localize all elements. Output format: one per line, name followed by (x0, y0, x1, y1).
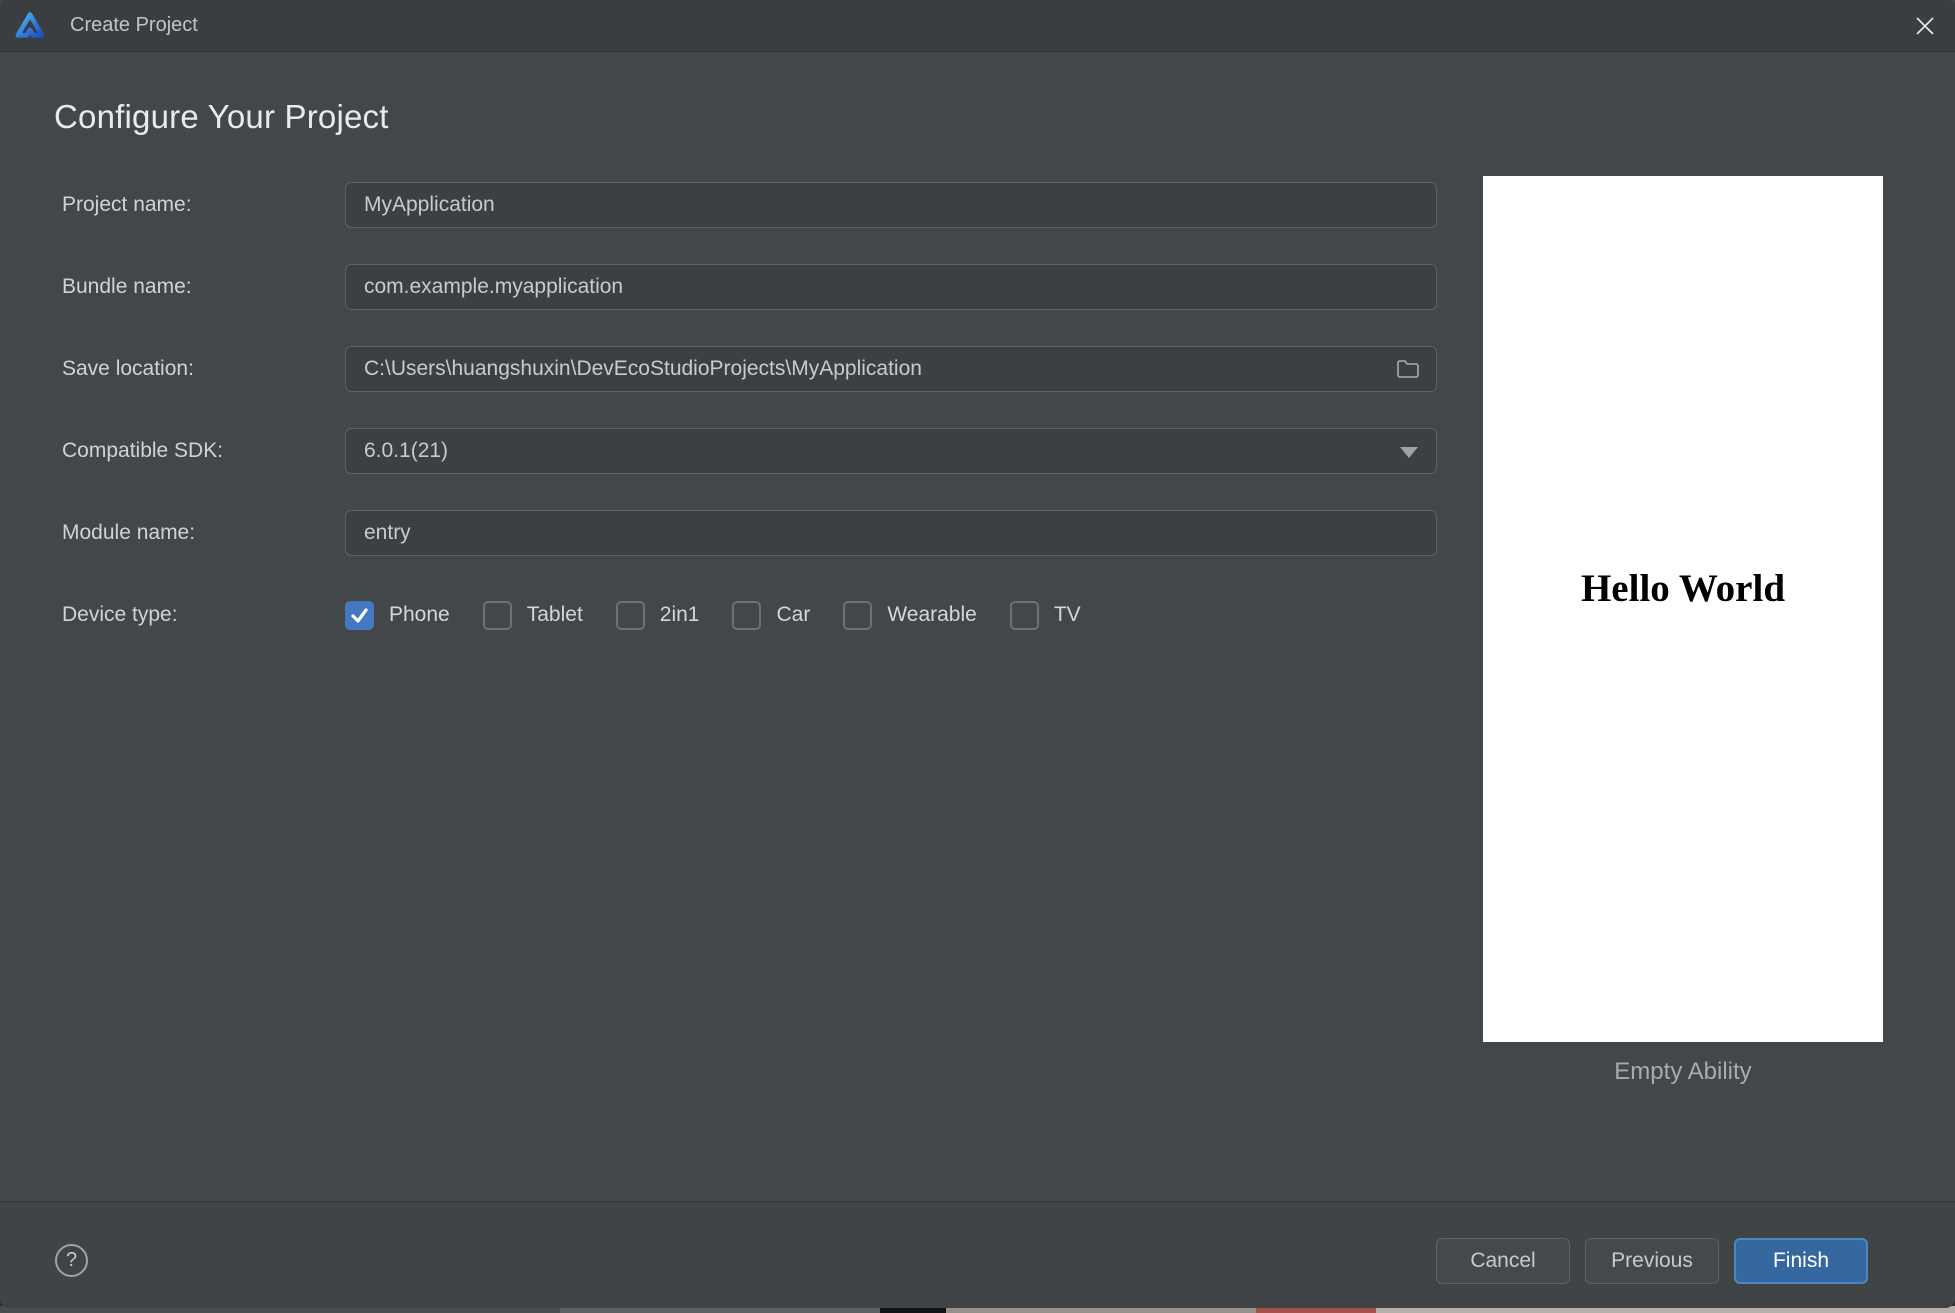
compatible-sdk-row: Compatible SDK: 6.0.1(21) (62, 428, 1437, 474)
2in1-label: 2in1 (659, 603, 700, 626)
save-location-input[interactable] (345, 346, 1437, 392)
project-name-row: Project name: (62, 182, 1437, 228)
save-location-label: Save location: (62, 357, 194, 380)
bundle-name-input[interactable] (345, 264, 1437, 310)
device-option-tv[interactable]: TV (1009, 600, 1081, 630)
page-title: Configure Your Project (54, 98, 389, 135)
title-bar: Create Project (0, 0, 1955, 52)
project-form: Project name: Bundle name: Save location… (62, 182, 1437, 674)
bundle-name-label: Bundle name: (62, 275, 192, 298)
device-option-phone[interactable]: Phone (345, 600, 450, 630)
compatible-sdk-value: 6.0.1(21) (364, 439, 449, 462)
device-type-options: Phone Tablet 2in1 Car Wearable TV (345, 600, 1114, 630)
close-icon[interactable] (1909, 10, 1941, 42)
folder-icon[interactable] (1395, 357, 1421, 381)
module-name-input[interactable] (345, 510, 1437, 556)
wearable-checkbox[interactable] (843, 600, 873, 630)
phone-label: Phone (389, 603, 450, 626)
phone-checkbox[interactable] (345, 600, 374, 630)
tv-checkbox[interactable] (1009, 600, 1039, 630)
device-option-2in1[interactable]: 2in1 (615, 600, 700, 630)
chevron-down-icon (1400, 447, 1418, 458)
module-name-label: Module name: (62, 521, 196, 544)
compatible-sdk-select[interactable]: 6.0.1(21) (345, 428, 1437, 474)
car-checkbox[interactable] (732, 600, 762, 630)
tv-label: TV (1053, 603, 1081, 626)
bundle-name-row: Bundle name: (62, 264, 1437, 310)
save-location-row: Save location: (62, 346, 1437, 392)
device-option-car[interactable]: Car (732, 600, 811, 630)
dialog-footer: ? Cancel Previous Finish (0, 1201, 1955, 1308)
tablet-checkbox[interactable] (482, 600, 512, 630)
project-name-input[interactable] (345, 182, 1437, 228)
previous-button[interactable]: Previous (1585, 1238, 1719, 1284)
deveco-studio-logo-icon (15, 11, 45, 38)
finish-button[interactable]: Finish (1734, 1238, 1868, 1284)
wearable-label: Wearable (887, 603, 977, 626)
2in1-checkbox[interactable] (615, 600, 645, 630)
compatible-sdk-label: Compatible SDK: (62, 439, 224, 462)
car-label: Car (776, 603, 811, 626)
device-type-row: Device type: Phone Tablet 2in1 Car Weara… (62, 592, 1437, 638)
preview-hello-world-text: Hello World (1580, 567, 1786, 610)
device-type-label: Device type: (62, 603, 178, 626)
footer-buttons: Cancel Previous Finish (1436, 1238, 1868, 1284)
help-icon[interactable]: ? (55, 1244, 88, 1277)
cancel-button[interactable]: Cancel (1436, 1238, 1570, 1284)
module-name-row: Module name: (62, 510, 1437, 556)
template-preview: Hello World (1483, 176, 1883, 1042)
device-option-tablet[interactable]: Tablet (482, 600, 583, 630)
tablet-label: Tablet (526, 603, 583, 626)
create-project-dialog: Create Project Configure Your Project Pr… (0, 0, 1955, 1308)
window-title: Create Project (70, 14, 198, 36)
project-name-label: Project name: (62, 193, 192, 216)
template-caption: Empty Ability (1614, 1058, 1752, 1085)
device-option-wearable[interactable]: Wearable (843, 600, 977, 630)
